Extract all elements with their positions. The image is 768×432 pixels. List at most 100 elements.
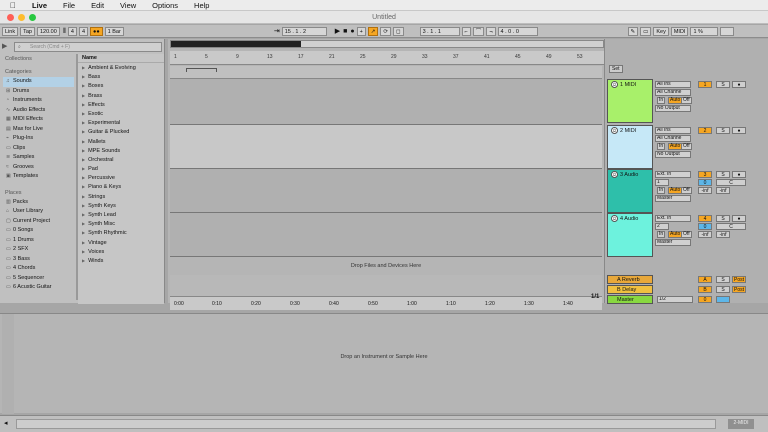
sidebar-item-folder[interactable]: ▭ 1 Drums bbox=[3, 236, 74, 246]
master-track[interactable]: Master 1/2 0 bbox=[607, 295, 768, 304]
overview-selection[interactable] bbox=[171, 41, 301, 47]
beat-time-ruler[interactable]: 1 5 9 13 17 21 25 29 33 37 41 45 49 53 bbox=[170, 51, 604, 65]
monitor-off-button[interactable]: Off bbox=[681, 143, 692, 150]
midi-to-select[interactable]: No Output bbox=[655, 151, 691, 158]
midi-from-select[interactable]: All Ins bbox=[655, 81, 691, 88]
follow-icon[interactable]: ⇥ bbox=[274, 27, 280, 36]
sidebar-item-folder[interactable]: ▭ 6 Acustic Guitar bbox=[3, 283, 74, 293]
sidebar-item-current-project[interactable]: ▢ Current Project bbox=[3, 217, 74, 227]
track-activator-button[interactable]: 2 bbox=[698, 127, 712, 134]
sidebar-item-user-library[interactable]: ⌂ User Library bbox=[3, 207, 74, 217]
return-activator-button[interactable]: A bbox=[698, 276, 712, 283]
menu-live[interactable]: Live bbox=[24, 1, 55, 10]
monitor-in-button[interactable]: In bbox=[657, 143, 666, 150]
track-activator-button[interactable]: 4 bbox=[698, 215, 712, 222]
post-button[interactable]: Post bbox=[732, 276, 746, 283]
monitor-off-button[interactable]: Off bbox=[681, 97, 692, 104]
track-lane-3-audio[interactable] bbox=[170, 169, 602, 213]
punch-in-button[interactable]: ⌐ bbox=[461, 26, 471, 36]
midi-to-select[interactable]: No Output bbox=[655, 105, 691, 112]
sidebar-item-audio-effects[interactable]: ∿ Audio Effects bbox=[3, 106, 74, 116]
sidebar-item-midi-effects[interactable]: ▦ MIDI Effects bbox=[3, 115, 74, 125]
tap-tempo-button[interactable]: Tap bbox=[20, 26, 35, 36]
arm-button[interactable]: ● bbox=[732, 215, 746, 222]
play-icon[interactable]: ▶ bbox=[335, 27, 340, 36]
list-item[interactable]: ▶ Synth Keys bbox=[78, 201, 164, 210]
sidebar-item-folder[interactable]: ▭ 4 Chords bbox=[3, 264, 74, 274]
monitor-in-button[interactable]: In bbox=[657, 231, 666, 238]
track-activator-icon[interactable]: ⏻ bbox=[611, 81, 618, 88]
sidebar-item-folder[interactable]: ▭ 3 Bass bbox=[3, 255, 74, 265]
volume-field[interactable]: 0 bbox=[698, 179, 712, 186]
expand-arrow-icon[interactable]: ▶ bbox=[82, 212, 85, 217]
loop-brace[interactable] bbox=[186, 68, 217, 72]
expand-arrow-icon[interactable]: ▶ bbox=[82, 65, 85, 70]
input-channel-select[interactable]: 1 bbox=[655, 179, 669, 186]
pan-field[interactable]: C bbox=[716, 223, 746, 230]
list-item[interactable]: ▶ Synth Misc bbox=[78, 219, 164, 228]
list-item[interactable]: ▶ Ambient & Evolving bbox=[78, 63, 164, 72]
menu-file[interactable]: File bbox=[55, 1, 83, 10]
expand-arrow-icon[interactable]: ▶ bbox=[82, 230, 85, 235]
list-item[interactable]: ▶ Strings bbox=[78, 192, 164, 201]
input-channel-select[interactable]: 2 bbox=[655, 223, 669, 230]
track-header-1-midi[interactable]: ⏻ 1 MIDI bbox=[607, 79, 653, 123]
sidebar-item-folder[interactable]: ▭ 2 SFX bbox=[3, 245, 74, 255]
arm-button[interactable]: ● bbox=[732, 171, 746, 178]
list-item[interactable]: ▶ MPE Sounds bbox=[78, 146, 164, 155]
expand-arrow-icon[interactable]: ▶ bbox=[82, 129, 85, 134]
list-item[interactable]: ▶ Orchestral bbox=[78, 155, 164, 164]
sidebar-item-samples[interactable]: ≋ Samples bbox=[3, 153, 74, 163]
detail-view-toggle[interactable] bbox=[2, 314, 14, 414]
expand-arrow-icon[interactable]: ▶ bbox=[82, 249, 85, 254]
metronome-button[interactable]: ●● bbox=[90, 26, 103, 36]
list-item[interactable]: ▶ Experimental bbox=[78, 118, 164, 127]
sidebar-item-sounds[interactable]: ♫ Sounds bbox=[3, 77, 74, 87]
menu-edit[interactable]: Edit bbox=[83, 1, 112, 10]
link-button[interactable]: Link bbox=[2, 26, 19, 36]
midi-from-select[interactable]: All Ins bbox=[655, 127, 691, 134]
arm-button[interactable]: ● bbox=[732, 127, 746, 134]
list-item[interactable]: ▶ Effects bbox=[78, 100, 164, 109]
sidebar-item-folder[interactable]: ▭ 0 Songs bbox=[3, 226, 74, 236]
time-ruler[interactable]: 0:00 0:10 0:20 0:30 0:40 0:50 1:00 1:10 … bbox=[170, 296, 602, 310]
solo-button[interactable]: S bbox=[716, 171, 730, 178]
audio-from-select[interactable]: Ext. In bbox=[655, 171, 691, 178]
expand-arrow-icon[interactable]: ▶ bbox=[82, 203, 85, 208]
loop-brace-lane[interactable] bbox=[170, 66, 602, 79]
list-item[interactable]: ▶ Synth Lead bbox=[78, 210, 164, 219]
list-item[interactable]: ▶ Brass bbox=[78, 91, 164, 100]
meter-denominator[interactable]: 4 bbox=[78, 26, 89, 36]
arrangement-position[interactable]: 15 . 1 . 2 bbox=[281, 26, 327, 36]
punch-out-button[interactable]: ¬ bbox=[486, 26, 496, 36]
pan-field[interactable]: C bbox=[716, 179, 746, 186]
expand-arrow-icon[interactable]: ▶ bbox=[82, 148, 85, 153]
expand-arrow-icon[interactable]: ▶ bbox=[82, 74, 85, 79]
monitor-off-button[interactable]: Off bbox=[681, 187, 692, 194]
sidebar-item-max-for-live[interactable]: ▤ Max for Live bbox=[3, 125, 74, 135]
return-track-b[interactable]: B Delay B S Post bbox=[607, 285, 768, 294]
sidebar-item-grooves[interactable]: ≈ Grooves bbox=[3, 163, 74, 173]
list-item[interactable]: ▶ Bass bbox=[78, 72, 164, 81]
master-pan-field[interactable] bbox=[716, 296, 730, 303]
drop-files-area[interactable]: Drop Files and Devices Here bbox=[170, 257, 602, 275]
monitor-off-button[interactable]: Off bbox=[681, 231, 692, 238]
track-activator-icon[interactable]: ⏻ bbox=[611, 171, 618, 178]
name-column-header[interactable]: Name bbox=[78, 54, 164, 63]
automation-arm-button[interactable]: ↗ bbox=[367, 26, 379, 36]
sidebar-item-instruments[interactable]: ◔ Instruments bbox=[3, 96, 74, 106]
loop-start-field[interactable]: 3 . 1 . 1 bbox=[419, 26, 460, 36]
audio-to-select[interactable]: Master bbox=[655, 195, 691, 202]
selected-track-indicator[interactable]: 2-MIDI bbox=[728, 419, 754, 429]
loop-fraction-label[interactable]: 1/1 bbox=[591, 294, 599, 300]
solo-button[interactable]: S bbox=[716, 127, 730, 134]
close-window-button[interactable] bbox=[7, 14, 14, 21]
list-item[interactable]: ▶ Exotic bbox=[78, 109, 164, 118]
return-track-lanes[interactable] bbox=[170, 275, 602, 297]
solo-button[interactable]: S bbox=[716, 81, 730, 88]
set-button[interactable]: Set bbox=[609, 65, 623, 73]
midi-map-button[interactable]: MIDI bbox=[670, 26, 689, 36]
monitor-in-button[interactable]: In bbox=[657, 187, 666, 194]
expand-arrow-icon[interactable]: ▶ bbox=[82, 258, 85, 263]
sidebar-item-drums[interactable]: ⊞ Drums bbox=[3, 87, 74, 97]
